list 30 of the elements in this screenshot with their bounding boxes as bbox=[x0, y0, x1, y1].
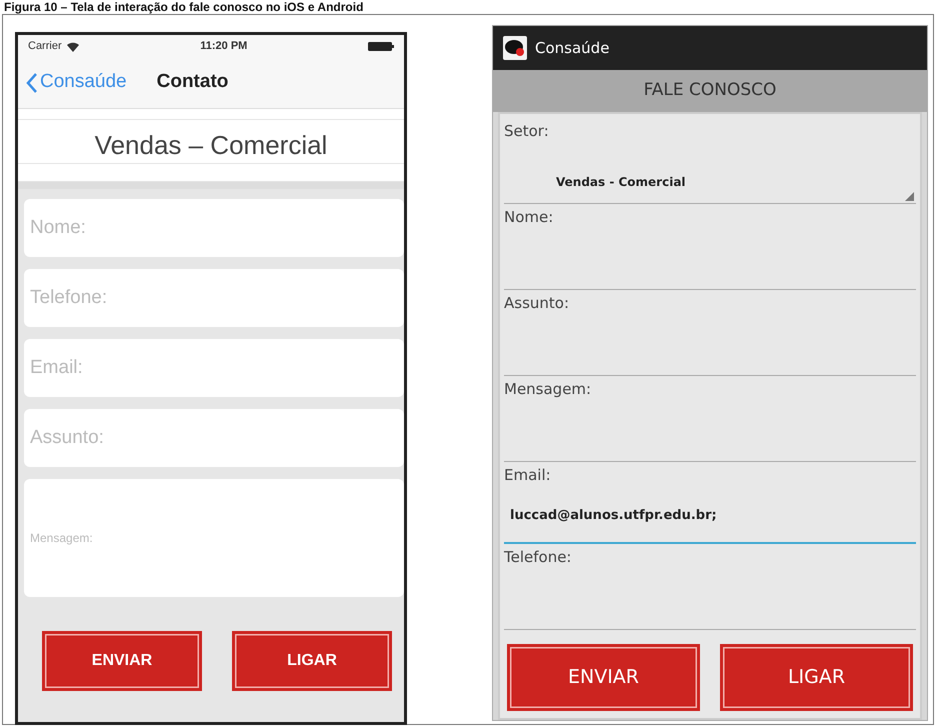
status-time: 11:20 PM bbox=[200, 38, 248, 54]
dropdown-corner-icon bbox=[905, 192, 914, 201]
carrier-label: Carrier bbox=[28, 38, 62, 54]
field-label: Telefone: bbox=[504, 547, 572, 568]
input-field[interactable]: Email: bbox=[24, 339, 404, 397]
field-label: Email: bbox=[504, 465, 552, 486]
sector-dropdown[interactable]: Vendas - Comercial bbox=[504, 144, 916, 204]
input-field[interactable]: Nome: bbox=[24, 199, 404, 257]
section-header: FALE CONOSCO bbox=[493, 70, 927, 112]
input-field[interactable]: Telefone: bbox=[24, 269, 404, 327]
input-field[interactable]: luccad@alunos.utfpr.edu.br; bbox=[504, 488, 916, 544]
app-logo-icon bbox=[503, 36, 527, 60]
sector-picker[interactable]: Vendas – Comercial bbox=[18, 109, 404, 189]
action-button[interactable]: ENVIAR bbox=[42, 631, 202, 691]
battery-icon bbox=[368, 42, 394, 50]
field-label: Mensagem: bbox=[504, 379, 592, 400]
message-field[interactable]: Mensagem: bbox=[24, 479, 404, 597]
action-button[interactable]: LIGAR bbox=[720, 644, 913, 711]
input-field[interactable]: Assunto: bbox=[24, 409, 404, 467]
wifi-icon bbox=[66, 40, 80, 52]
back-chevron-icon bbox=[26, 72, 38, 94]
field-label: Assunto: bbox=[504, 293, 570, 314]
field-label: Setor: bbox=[504, 121, 550, 142]
figure-caption: Figura 10 – Tela de interação do fale conosco no iOS e Android bbox=[3, 0, 364, 14]
field-label: Nome: bbox=[504, 207, 554, 228]
app-title: Consaúde bbox=[535, 38, 610, 59]
action-button[interactable]: LIGAR bbox=[232, 631, 392, 691]
back-button[interactable]: Consaúde bbox=[26, 68, 127, 97]
screen-title: Contato bbox=[156, 70, 228, 94]
action-button[interactable]: ENVIAR bbox=[507, 644, 700, 711]
